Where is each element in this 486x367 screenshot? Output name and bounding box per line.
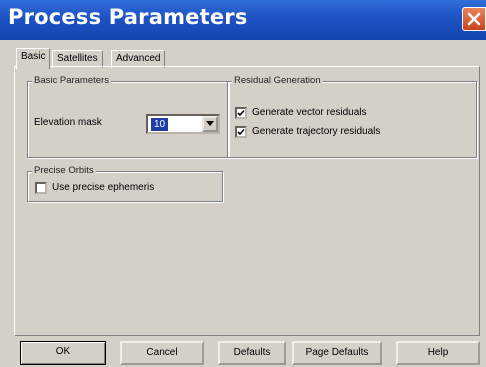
residual-generation-legend: Residual Generation	[232, 75, 323, 86]
help-button[interactable]: Help	[396, 341, 480, 365]
window-title: Process Parameters	[8, 5, 248, 29]
close-icon	[467, 12, 481, 26]
generate-vector-residuals-checkbox[interactable]	[235, 107, 247, 119]
precise-orbits-group: Precise Orbits Use precise ephemeris	[27, 165, 223, 202]
elevation-mask-dropdown-button[interactable]	[202, 116, 218, 132]
residual-generation-group: Residual Generation Generate vector resi…	[227, 75, 477, 158]
chevron-down-icon	[206, 121, 214, 126]
basic-parameters-legend: Basic Parameters	[32, 75, 111, 86]
generate-trajectory-residuals-checkbox[interactable]	[235, 126, 247, 138]
title-bar: Process Parameters	[0, 0, 486, 40]
basic-parameters-group: Basic Parameters Elevation mask 10	[27, 75, 229, 158]
precise-orbits-legend: Precise Orbits	[32, 165, 96, 176]
use-precise-ephemeris-checkbox[interactable]	[35, 182, 47, 194]
generate-trajectory-residuals-label[interactable]: Generate trajectory residuals	[252, 126, 380, 137]
tab-basic[interactable]: Basic	[16, 48, 51, 69]
elevation-mask-value: 10	[151, 118, 169, 131]
page-defaults-button[interactable]: Page Defaults	[292, 341, 382, 365]
ok-button[interactable]: OK	[20, 341, 106, 365]
defaults-button[interactable]: Defaults	[218, 341, 286, 365]
check-icon	[237, 128, 245, 136]
elevation-mask-select[interactable]: 10	[146, 114, 220, 134]
check-icon	[237, 109, 245, 117]
use-precise-ephemeris-label[interactable]: Use precise ephemeris	[52, 182, 154, 193]
cancel-button[interactable]: Cancel	[120, 341, 204, 365]
generate-vector-residuals-label[interactable]: Generate vector residuals	[252, 107, 367, 118]
elevation-mask-label: Elevation mask	[34, 117, 102, 128]
close-button[interactable]	[462, 7, 486, 31]
tab-panel-basic: Basic Parameters Elevation mask 10 Resid…	[14, 66, 480, 336]
